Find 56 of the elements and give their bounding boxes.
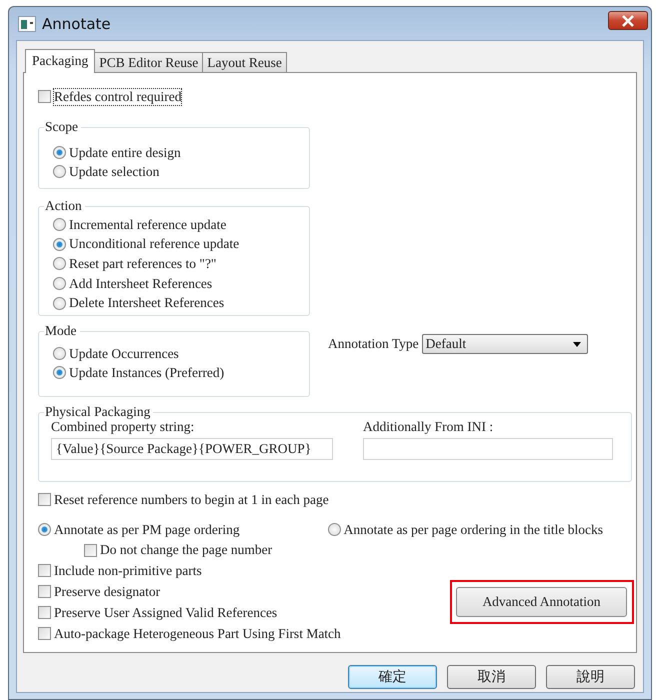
checkbox[interactable] — [38, 493, 51, 506]
radio-button[interactable] — [53, 238, 66, 251]
radio-button[interactable] — [53, 296, 66, 310]
radio-button[interactable] — [53, 257, 66, 270]
radio-label[interactable]: Incremental reference update — [69, 216, 226, 233]
checkbox-label[interactable]: Reset reference numbers to begin at 1 in each page — [54, 492, 329, 508]
checkbox-label[interactable]: Do not change the page number — [100, 542, 272, 558]
checkbox[interactable] — [84, 544, 97, 556]
radio-label[interactable]: Annotate as per PM page ordering — [54, 522, 240, 538]
checkbox[interactable] — [38, 627, 51, 640]
close-button[interactable] — [608, 11, 648, 30]
checkbox[interactable] — [38, 90, 51, 103]
field-label: Additionally From INI : — [363, 419, 494, 434]
group-title: Physical Packaging — [44, 404, 154, 420]
dialog-button[interactable]: 確定 — [348, 665, 437, 689]
advanced-annotation-button[interactable]: Advanced Annotation — [456, 587, 627, 617]
tab[interactable]: PCB Editor Reuse — [94, 52, 204, 72]
radio-label[interactable]: Update Occurrences — [69, 346, 179, 362]
radio-label[interactable]: Update entire design — [69, 144, 181, 160]
radio-label[interactable]: Update selection — [69, 164, 160, 180]
checkbox[interactable] — [38, 585, 51, 598]
checkbox-label[interactable]: Auto-package Heterogeneous Part Using First Match — [54, 626, 341, 642]
radio-label[interactable]: Delete Intersheet References — [69, 295, 224, 312]
radio-button[interactable] — [53, 366, 66, 379]
radio-button[interactable] — [53, 218, 66, 232]
window-title: Annotate — [42, 14, 111, 32]
radio-button[interactable] — [53, 146, 66, 159]
checkbox-label[interactable]: Include non-primitive parts — [54, 562, 202, 578]
dropdown-arrow-icon — [572, 342, 581, 346]
annotation-type-dropdown[interactable]: Default — [422, 334, 588, 354]
radio-label[interactable]: Reset part references to "?" — [69, 256, 216, 272]
dialog-button[interactable]: 取消 — [447, 665, 536, 689]
window-icon — [18, 16, 36, 32]
tab[interactable]: Packaging — [25, 49, 96, 73]
input-field[interactable]: {Value}{Source Package}{POWER_GROUP} — [51, 438, 333, 460]
input-field[interactable] — [363, 438, 613, 460]
radio-label[interactable]: Annotate as per page ordering in the title blocks — [344, 522, 603, 538]
checkbox-label[interactable]: Refdes control required — [54, 88, 182, 104]
checkbox-label[interactable]: Preserve User Assigned Valid References — [54, 604, 278, 620]
radio-label[interactable]: Update Instances (Preferred) — [69, 364, 224, 380]
checkbox[interactable] — [38, 606, 51, 619]
radio-button[interactable] — [53, 165, 66, 178]
radio-button[interactable] — [53, 277, 66, 290]
radio-label[interactable]: Add Intersheet References — [69, 276, 212, 292]
radio-button[interactable] — [38, 523, 51, 536]
field-label: Combined property string: — [51, 419, 196, 434]
tab[interactable]: Layout Reuse — [202, 52, 287, 72]
dialog-button[interactable]: 說明 — [546, 665, 635, 689]
radio-button[interactable] — [53, 347, 66, 360]
radio-button[interactable] — [328, 523, 341, 536]
radio-label[interactable]: Unconditional reference update — [69, 236, 240, 252]
annotation-type-label: Annotation Type — [328, 336, 419, 352]
close-icon — [621, 14, 635, 26]
group-title: Scope — [44, 119, 81, 135]
checkbox-label[interactable]: Preserve designator — [54, 584, 160, 600]
checkbox[interactable] — [38, 564, 51, 577]
